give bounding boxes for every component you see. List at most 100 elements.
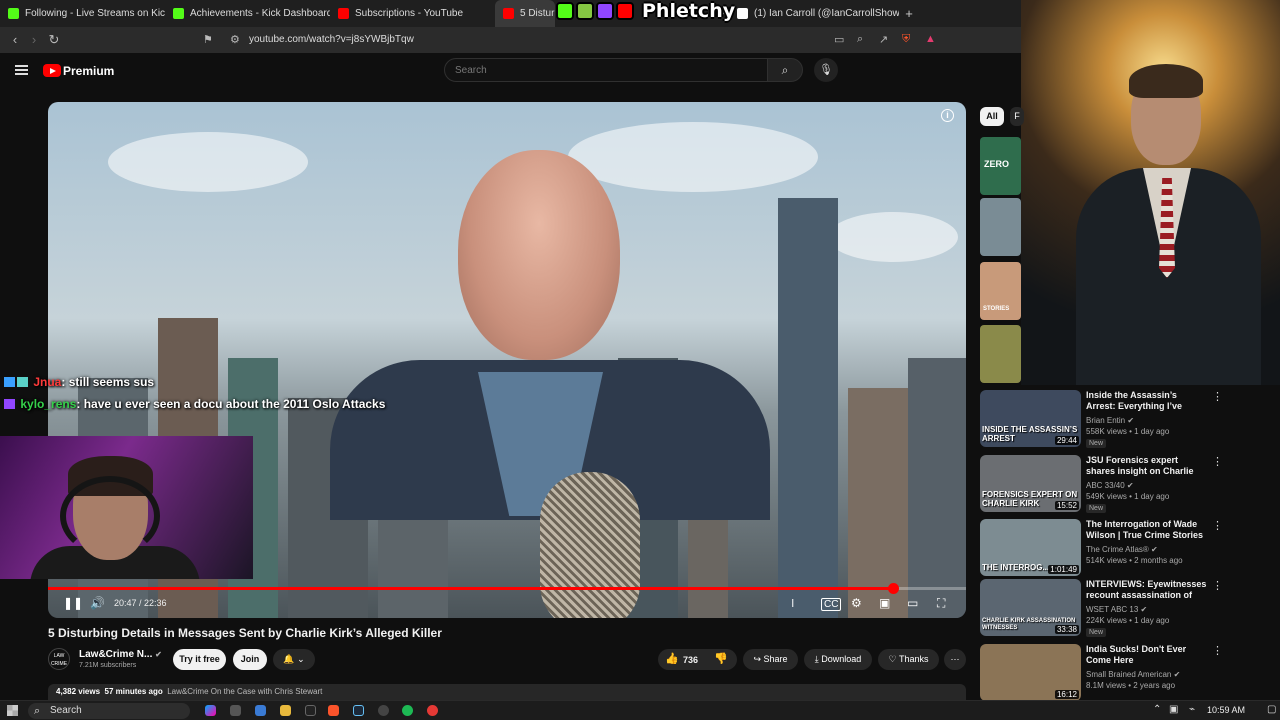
video-thumbnail[interactable]: INSIDE THE ASSASSIN’S ARREST 29:44 [980,390,1081,447]
recommendation-item[interactable]: CHARLIE KIRK ASSASSINATION WITNESSES 33:… [980,579,1223,639]
cloud [828,212,958,262]
reload-icon[interactable]: ↻ [44,32,64,48]
menu-icon[interactable] [15,65,28,75]
browser-tab[interactable]: (1) Ian Carroll (@IanCarrollShow) / X [729,0,899,27]
shorts-thumbnail[interactable]: ZERO [980,137,1021,195]
download-button[interactable]: ⤓ Download [804,649,872,670]
recommendation-item[interactable]: FORENSICS EXPERT ON CHARLIE KIRK 15:52 J… [980,455,1223,515]
file-explorer-icon[interactable] [280,705,291,716]
join-button[interactable]: Join [233,649,267,670]
browser-tab[interactable]: Achievements - Kick Dashboard [165,0,330,27]
bookmark-icon[interactable]: ⚑ [203,33,213,46]
copilot-icon[interactable] [205,705,216,716]
youtube-icon [338,8,349,19]
steam-icon[interactable] [353,705,364,716]
windows-start-icon[interactable] [7,705,18,716]
thumbnail-caption: ZERO [984,159,1010,169]
notification-icon[interactable]: ▢ [1267,704,1276,715]
tab-label: Following - Live Streams on Kick [25,8,165,19]
forward-icon[interactable]: › [24,32,44,47]
like-icon[interactable]: 👍 [665,652,679,665]
brave-rewards-icon[interactable]: ▲ [925,33,936,45]
shorts-thumbnail[interactable] [980,325,1021,383]
dislike-icon[interactable]: 👎 [714,652,728,665]
more-options-icon[interactable]: ⋮ [1212,579,1223,592]
pause-icon[interactable]: ❚❚ [63,596,83,610]
address-bar: ‹ › ↻ ⚑ ⚙ youtube.com/watch?v=j8sYWBjbTq… [0,27,1021,53]
url-field[interactable]: youtube.com/watch?v=j8sYWBjbTqw [249,34,414,45]
fullscreen-icon[interactable]: ⛶ [937,596,945,611]
more-options-icon[interactable]: ⋮ [1212,519,1223,532]
youtube-logo-icon[interactable] [43,64,61,77]
like-count[interactable]: 736 [683,655,698,665]
more-actions-button[interactable]: ⋯ [944,649,966,670]
miniplayer-icon[interactable]: ▣ [879,596,890,610]
recommendation-title[interactable]: JSU Forensics expert shares insight on C… [1086,455,1208,477]
new-tab-button[interactable]: + [899,6,919,21]
try-free-button[interactable]: Try it free [173,649,226,670]
more-options-icon[interactable]: ⋮ [1212,390,1223,403]
more-options-icon[interactable]: ⋮ [1212,644,1223,657]
upload-age: 57 minutes ago [104,687,163,696]
volume-icon[interactable]: 🔊 [90,596,105,610]
video-thumbnail[interactable]: 16:12 [980,644,1081,701]
share-page-icon[interactable]: ↗ [879,33,888,46]
shorts-thumbnail[interactable] [980,198,1021,256]
recommendation-title[interactable]: The Interrogation of Wade Wilson | True … [1086,519,1208,541]
screen-icon[interactable]: ▭ [834,33,844,46]
browser-tab[interactable]: Subscriptions - YouTube [330,0,495,27]
channel-name[interactable]: Law&Crime N... ✔ [79,649,162,660]
search-icon[interactable]: ⌕ [767,58,803,82]
portrait-overlay [1021,0,1280,385]
tab-label: Achievements - Kick Dashboard [190,8,330,19]
thumbnail-caption: STORIES [983,306,1010,312]
progress-bar[interactable] [48,583,966,594]
video-thumbnail[interactable]: FORENSICS EXPERT ON CHARLIE KIRK 15:52 [980,455,1081,512]
share-button[interactable]: ↪ Share [743,649,798,670]
obs-icon[interactable] [378,705,389,716]
recommendation-title[interactable]: India Sucks! Don't Ever Come Here [1086,644,1208,666]
tray-chevron-icon[interactable]: ⌃ [1153,704,1161,715]
terminal-icon[interactable] [305,705,316,716]
premium-label[interactable]: Premium [63,64,114,78]
browser-tab[interactable]: Following - Live Streams on Kick [0,0,165,27]
captions-icon[interactable]: CC [821,598,842,611]
info-icon[interactable]: i [941,109,954,122]
more-options-icon[interactable]: ⋮ [1212,455,1223,468]
settings-app-icon[interactable] [230,705,241,716]
taskbar-search[interactable]: ⌕ Search [28,703,190,719]
browser-tab-active[interactable]: 5 Distur [495,0,555,27]
recommendation-title[interactable]: Inside the Assassin’s Arrest: Everything… [1086,390,1208,412]
tray-app-icon[interactable]: ▣ [1169,704,1178,715]
brave-shield-icon[interactable]: ⛨ [902,33,910,46]
brave-browser-icon[interactable] [328,705,339,716]
back-icon[interactable]: ‹ [5,32,25,47]
recommendation-item[interactable]: 16:12 India Sucks! Don't Ever Come Here … [980,644,1223,704]
recording-icon[interactable] [427,705,438,716]
description-bar[interactable]: 4,382 views 57 minutes ago Law&Crime On … [48,684,966,700]
progress-scrubber[interactable] [887,583,899,594]
video-thumbnail[interactable]: CHARLIE KIRK ASSASSINATION WITNESSES 33:… [980,579,1081,636]
shorts-thumbnail[interactable]: STORIES [980,262,1021,320]
search-input[interactable] [445,59,767,81]
show-name[interactable]: Law&Crime On the Case with Chris Stewart [167,687,322,696]
chip-all[interactable]: All [980,107,1004,126]
store-icon[interactable] [255,705,266,716]
clock[interactable]: 10:59 AM [1207,705,1245,715]
spotify-icon[interactable] [402,705,413,716]
chip-filter[interactable]: F [1010,107,1024,126]
microphone-icon[interactable]: 🎙 [814,58,838,82]
channel-avatar[interactable]: LAW CRIME [48,648,70,670]
notifications-button[interactable]: 🔔 ⌄ [273,649,315,670]
recommendation-title[interactable]: INTERVIEWS: Eyewitnesses recount assassi… [1086,579,1208,601]
settings-icon[interactable]: ⚙ [851,596,862,610]
video-thumbnail[interactable]: THE INTERROG... 1:01:49 [980,519,1081,576]
thanks-button[interactable]: ♡ Thanks [878,649,939,670]
recommendation-item[interactable]: INSIDE THE ASSASSIN’S ARREST 29:44 Insid… [980,390,1223,450]
zoom-icon[interactable]: ⌕ [857,33,863,46]
network-icon[interactable]: ⌁ [1189,704,1195,715]
site-info-icon[interactable]: ⚙ [230,33,240,46]
autoplay-toggle-icon[interactable]: ⏽ [788,596,798,611]
theater-mode-icon[interactable]: ▭ [907,596,918,610]
recommendation-item[interactable]: THE INTERROG... 1:01:49 The Interrogatio… [980,519,1223,579]
